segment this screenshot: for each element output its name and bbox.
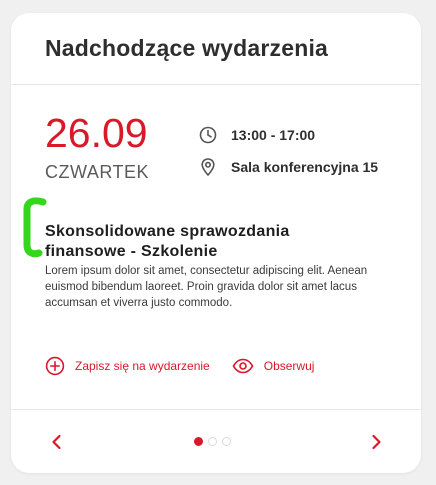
- pagination-dot-2[interactable]: [208, 437, 217, 446]
- event-time: 13:00 - 17:00: [231, 127, 316, 143]
- events-card: Nadchodzące wydarzenia 26.09 CZWARTEK 13…: [11, 13, 421, 473]
- green-bracket-marker: [23, 197, 47, 258]
- event-title-line-1: Skonsolidowane sprawozdania: [45, 223, 290, 240]
- event-time-row: 13:00 - 17:00: [198, 120, 378, 150]
- plus-circle-icon: [45, 356, 65, 376]
- register-button[interactable]: Zapisz się na wydarzenie: [45, 356, 210, 376]
- pagination-dot-1[interactable]: [194, 437, 203, 446]
- event-title[interactable]: Skonsolidowane sprawozdania finansowe - …: [45, 222, 345, 262]
- card-title: Nadchodzące wydarzenia: [45, 35, 329, 61]
- carousel-footer: [11, 409, 421, 473]
- register-label: Zapisz się na wydarzenie: [75, 359, 210, 373]
- pagination-dots: [194, 437, 236, 446]
- map-pin-icon: [198, 157, 218, 177]
- next-button[interactable]: [364, 430, 388, 454]
- event-location-row: Sala konferencyjna 15: [198, 152, 378, 182]
- event-location: Sala konferencyjna 15: [231, 159, 379, 175]
- chevron-right-icon: [372, 434, 381, 450]
- clock-icon: [198, 125, 218, 145]
- previous-button[interactable]: [45, 430, 69, 454]
- event-meta: 13:00 - 17:00 Sala konferencyjna 15: [198, 120, 378, 182]
- event-title-line-2: finansowe - Szkolenie: [45, 243, 218, 260]
- pagination-dot-3[interactable]: [222, 437, 231, 446]
- event-item: 26.09 CZWARTEK 13:00 - 17:00 Sala konfer…: [23, 110, 390, 309]
- follow-label: Obserwuj: [263, 359, 315, 373]
- event-description: Lorem ipsum dolor sit amet, consectetur …: [45, 265, 368, 309]
- card-header: Nadchodzące wydarzenia: [11, 13, 421, 85]
- event-actions: Zapisz się na wydarzenie Obserwuj: [45, 356, 314, 376]
- follow-button[interactable]: Obserwuj: [232, 358, 315, 374]
- chevron-left-icon: [52, 434, 61, 450]
- eye-icon: [232, 358, 254, 374]
